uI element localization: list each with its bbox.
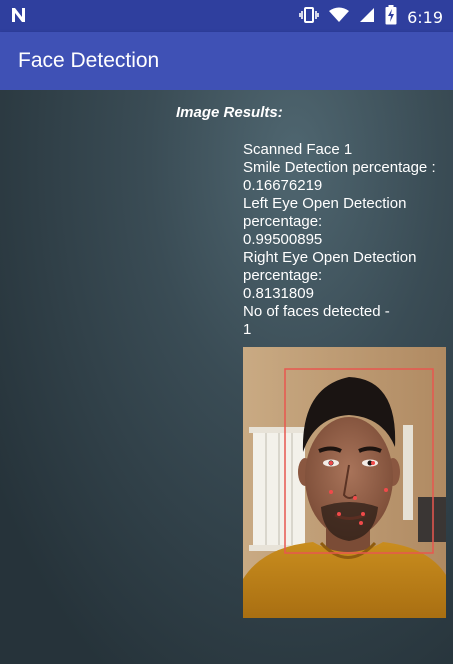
vibrate-icon	[299, 6, 319, 29]
n-icon	[10, 6, 28, 29]
status-time: 6:19	[407, 8, 443, 27]
signal-icon	[359, 7, 375, 28]
detected-face-image	[243, 347, 446, 618]
app-bar: Face Detection	[0, 32, 453, 90]
results-line: 0.16676219	[243, 177, 323, 194]
content-area: Image Results: Scanned Face 1 Smile Dete…	[0, 90, 453, 664]
status-bar: 6:19	[0, 0, 453, 32]
wifi-icon	[329, 7, 350, 28]
results-line: Left Eye Open Detection percentage:	[243, 195, 407, 230]
results-line: 0.8131809	[243, 285, 314, 302]
results-line: Right Eye Open Detection percentage:	[243, 249, 417, 284]
results-line: Smile Detection percentage :	[243, 159, 436, 176]
app-title: Face Detection	[18, 49, 160, 72]
results-line: Scanned Face 1	[243, 141, 353, 158]
status-icons: 6:19	[299, 5, 443, 30]
battery-charging-icon	[385, 5, 397, 30]
results-heading: Image Results:	[176, 104, 283, 121]
results-line: 1	[243, 321, 252, 338]
results-line: 0.99500895	[243, 231, 323, 248]
results-line: No of faces detected -	[243, 303, 390, 320]
results-text: Scanned Face 1 Smile Detection percentag…	[243, 141, 448, 339]
